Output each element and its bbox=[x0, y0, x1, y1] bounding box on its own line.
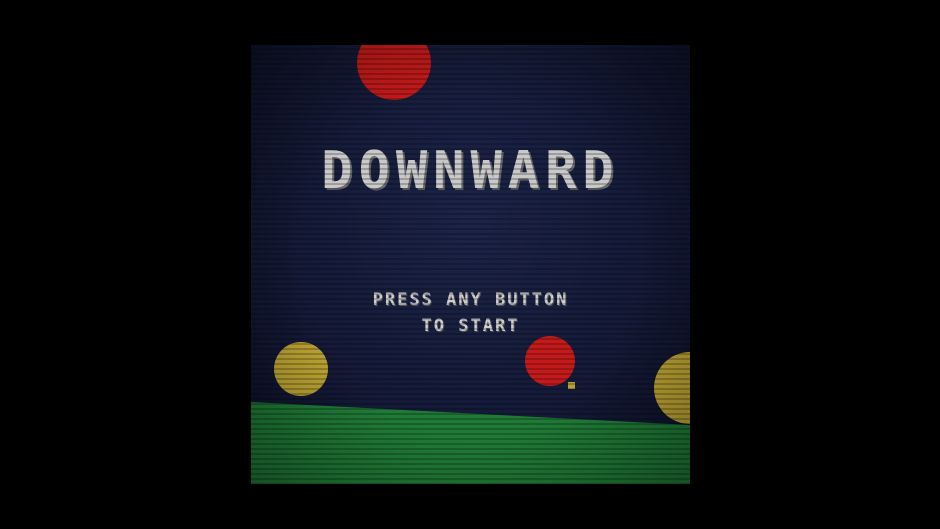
game-title: DOWNWARD bbox=[321, 141, 620, 201]
letterbox-background: DOWNWARD PRESS ANY BUTTON TO START bbox=[0, 0, 940, 529]
red-ball bbox=[525, 336, 575, 386]
yellow-ball bbox=[274, 342, 328, 396]
start-prompt-line-2: TO START bbox=[421, 316, 520, 336]
ground-hill bbox=[251, 402, 690, 484]
player-square bbox=[568, 382, 575, 389]
game-screen[interactable]: DOWNWARD PRESS ANY BUTTON TO START bbox=[251, 45, 690, 484]
start-prompt-line-1: PRESS ANY BUTTON bbox=[372, 290, 569, 310]
